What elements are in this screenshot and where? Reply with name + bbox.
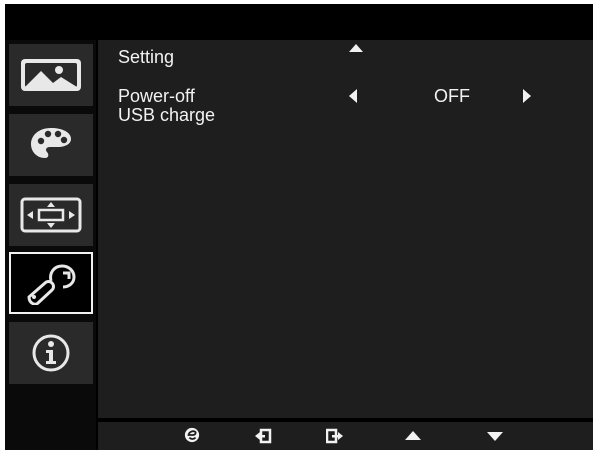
bottom-button-bar xyxy=(98,422,593,450)
position-icon xyxy=(20,197,82,233)
sidebar xyxy=(5,40,96,450)
menu-item-value: OFF xyxy=(434,86,470,106)
sidebar-item-color[interactable] xyxy=(9,114,93,176)
exit-icon[interactable] xyxy=(326,428,344,444)
value-decrease-arrow-icon[interactable] xyxy=(349,89,357,103)
enter-icon[interactable] xyxy=(254,428,272,444)
top-bar xyxy=(5,4,593,40)
palette-icon xyxy=(31,128,71,158)
empowering-e-icon[interactable] xyxy=(183,427,201,443)
page-title: Setting xyxy=(118,47,175,67)
settings-panel: Setting Power-off USB charge OFF xyxy=(98,40,593,418)
sidebar-item-picture[interactable] xyxy=(9,44,93,106)
menu-item-label-line2: USB charge xyxy=(118,105,216,125)
info-icon xyxy=(32,334,70,372)
sidebar-item-position[interactable] xyxy=(9,184,93,246)
menu-item-label-line1: Power-off xyxy=(118,86,195,106)
wrench-icon xyxy=(27,264,76,305)
down-arrow-icon[interactable] xyxy=(487,432,503,441)
up-arrow-icon[interactable] xyxy=(405,431,421,440)
osd-menu: Setting Power-off USB charge OFF xyxy=(5,4,593,450)
picture-icon xyxy=(21,59,81,91)
scroll-up-icon xyxy=(349,44,363,52)
sidebar-item-setting[interactable] xyxy=(9,252,93,314)
sidebar-item-information[interactable] xyxy=(9,322,93,384)
value-increase-arrow-icon[interactable] xyxy=(523,89,531,103)
